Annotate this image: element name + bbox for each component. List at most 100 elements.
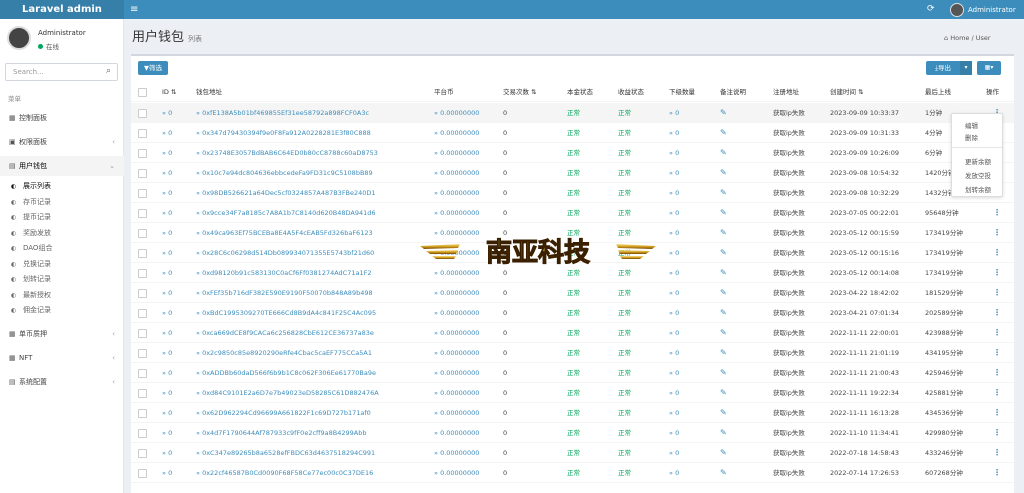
cell-id[interactable]: » 0: [162, 163, 172, 183]
sidebar-item-nft[interactable]: ▦ NFT ‹: [0, 348, 124, 368]
cell-coin[interactable]: » 0.00000000: [434, 343, 479, 363]
cell-sub[interactable]: » 0: [669, 303, 679, 323]
columns-button[interactable]: ▦▾: [977, 61, 1001, 75]
cell-address[interactable]: » 0x9cce34F7a8185c7A8A1b7C8140d620B48DA9…: [196, 203, 375, 223]
menu-item-transfer[interactable]: 划转余额: [965, 184, 991, 194]
row-actions-icon[interactable]: ⋮: [993, 363, 1001, 383]
cell-address[interactable]: » 0x4d7F1790644Af787933c9fF0e2cff9a8B429…: [196, 423, 366, 443]
cell-address[interactable]: » 0x22cf46587B0Cd0090F68F58Ce77ec00c0C37…: [196, 463, 373, 483]
row-checkbox[interactable]: [138, 229, 147, 238]
cell-address[interactable]: » 0x10c7e94dc804636ebbcedeFa9FD31c9C5108…: [196, 163, 373, 183]
sidebar-subitem[interactable]: ◐ 划转记录: [0, 272, 124, 287]
sort-icon[interactable]: ⇅: [531, 88, 536, 96]
cell-id[interactable]: » 0: [162, 303, 172, 323]
cell-sub[interactable]: » 0: [669, 243, 679, 263]
search-icon[interactable]: ⌕: [106, 66, 111, 76]
app-logo[interactable]: Laravel admin: [0, 0, 124, 19]
cell-coin[interactable]: » 0.00000000: [434, 323, 479, 343]
cell-income-status[interactable]: 正常: [618, 423, 631, 443]
sidebar-item-staking[interactable]: ▦ 单币质押 ‹: [0, 324, 124, 344]
cell-principal-status[interactable]: 正常: [567, 383, 580, 403]
row-checkbox[interactable]: [138, 189, 147, 198]
cell-income-status[interactable]: 正常: [618, 323, 631, 343]
pencil-icon[interactable]: ✎: [720, 403, 727, 423]
cell-sub[interactable]: » 0: [669, 323, 679, 343]
filter-button[interactable]: ▼筛选: [138, 61, 168, 75]
cell-address[interactable]: » 0x49ca963Ef75BCEBa8E4A5F4cEAB5Fd326baF…: [196, 223, 373, 243]
cell-id[interactable]: » 0: [162, 443, 172, 463]
sidebar-subitem[interactable]: ◐ 佣金记录: [0, 303, 124, 318]
row-checkbox[interactable]: [138, 349, 147, 358]
row-checkbox[interactable]: [138, 249, 147, 258]
row-actions-icon[interactable]: ⋮: [993, 203, 1001, 223]
sidebar-search-input[interactable]: Search... ⌕: [5, 63, 118, 81]
cell-income-status[interactable]: 正常: [618, 283, 631, 303]
sidebar-subitem[interactable]: ◐ 存币记录: [0, 195, 124, 210]
pencil-icon[interactable]: ✎: [720, 223, 727, 243]
row-checkbox[interactable]: [138, 269, 147, 278]
refresh-icon[interactable]: ⟳: [927, 0, 935, 19]
cell-coin[interactable]: » 0.00000000: [434, 303, 479, 323]
row-checkbox[interactable]: [138, 409, 147, 418]
sidebar-item-permissions[interactable]: ▣ 权限面板 ‹: [0, 132, 124, 152]
row-actions-icon[interactable]: ⋮: [993, 463, 1001, 483]
sidebar-subitem[interactable]: ◐ 兑换记录: [0, 257, 124, 272]
cell-address[interactable]: » 0x23748E3057BdBAB6C64ED0b80cC8788c60aD…: [196, 143, 378, 163]
row-checkbox[interactable]: [138, 109, 147, 118]
pencil-icon[interactable]: ✎: [720, 183, 727, 203]
row-actions-icon[interactable]: ⋮: [993, 303, 1001, 323]
cell-income-status[interactable]: 正常: [618, 103, 631, 123]
cell-id[interactable]: » 0: [162, 203, 172, 223]
sort-icon[interactable]: ⇅: [858, 88, 863, 96]
row-checkbox[interactable]: [138, 429, 147, 438]
cell-coin[interactable]: » 0.00000000: [434, 143, 479, 163]
row-actions-icon[interactable]: ⋮: [993, 443, 1001, 463]
cell-principal-status[interactable]: 正常: [567, 443, 580, 463]
cell-coin[interactable]: » 0.00000000: [434, 363, 479, 383]
cell-income-status[interactable]: 正常: [618, 443, 631, 463]
cell-id[interactable]: » 0: [162, 463, 172, 483]
column-header-created[interactable]: 创建时间 ⇅: [830, 83, 864, 102]
row-actions-icon[interactable]: ⋮: [993, 263, 1001, 283]
cell-address[interactable]: » 0xBdC1995309270TE666Cd8B9dA4c841F25C4A…: [196, 303, 376, 323]
cell-income-status[interactable]: 正常: [618, 143, 631, 163]
row-checkbox[interactable]: [138, 369, 147, 378]
cell-address[interactable]: » 0xC347e89265b8a6528efFBDC63d4637518294…: [196, 443, 375, 463]
cell-principal-status[interactable]: 正常: [567, 403, 580, 423]
cell-id[interactable]: » 0: [162, 103, 172, 123]
pencil-icon[interactable]: ✎: [720, 243, 727, 263]
cell-principal-status[interactable]: 正常: [567, 103, 580, 123]
row-checkbox[interactable]: [138, 449, 147, 458]
cell-sub[interactable]: » 0: [669, 463, 679, 483]
row-checkbox[interactable]: [138, 389, 147, 398]
cell-sub[interactable]: » 0: [669, 163, 679, 183]
cell-income-status[interactable]: 正常: [618, 463, 631, 483]
cell-principal-status[interactable]: 正常: [567, 343, 580, 363]
cell-principal-status[interactable]: 正常: [567, 143, 580, 163]
pencil-icon[interactable]: ✎: [720, 163, 727, 183]
cell-id[interactable]: » 0: [162, 403, 172, 423]
menu-item-airdrop[interactable]: 发放空投: [965, 170, 991, 180]
cell-address[interactable]: » 0x28C6c06298d514Db089934071355E5743bf2…: [196, 243, 374, 263]
pencil-icon[interactable]: ✎: [720, 363, 727, 383]
pencil-icon[interactable]: ✎: [720, 343, 727, 363]
cell-address[interactable]: » 0xADDBb60daD566f6b9b1C8c062F306Ee61770…: [196, 363, 376, 383]
cell-sub[interactable]: » 0: [669, 263, 679, 283]
row-actions-icon[interactable]: ⋮: [993, 283, 1001, 303]
cell-id[interactable]: » 0: [162, 343, 172, 363]
row-checkbox[interactable]: [138, 289, 147, 298]
sidebar-toggle-icon[interactable]: ≡: [130, 0, 138, 19]
cell-id[interactable]: » 0: [162, 283, 172, 303]
row-actions-icon[interactable]: ⋮: [993, 323, 1001, 343]
cell-coin[interactable]: » 0.00000000: [434, 123, 479, 143]
pencil-icon[interactable]: ✎: [720, 283, 727, 303]
cell-address[interactable]: » 0xfE138A5b01bf469855Ef31ee58792a898FCF…: [196, 103, 369, 123]
pencil-icon[interactable]: ✎: [720, 143, 727, 163]
select-all-checkbox[interactable]: [138, 88, 147, 97]
pencil-icon[interactable]: ✎: [720, 463, 727, 483]
row-checkbox[interactable]: [138, 169, 147, 178]
cell-principal-status[interactable]: 正常: [567, 163, 580, 183]
pencil-icon[interactable]: ✎: [720, 323, 727, 343]
cell-income-status[interactable]: 正常: [618, 363, 631, 383]
cell-sub[interactable]: » 0: [669, 403, 679, 423]
